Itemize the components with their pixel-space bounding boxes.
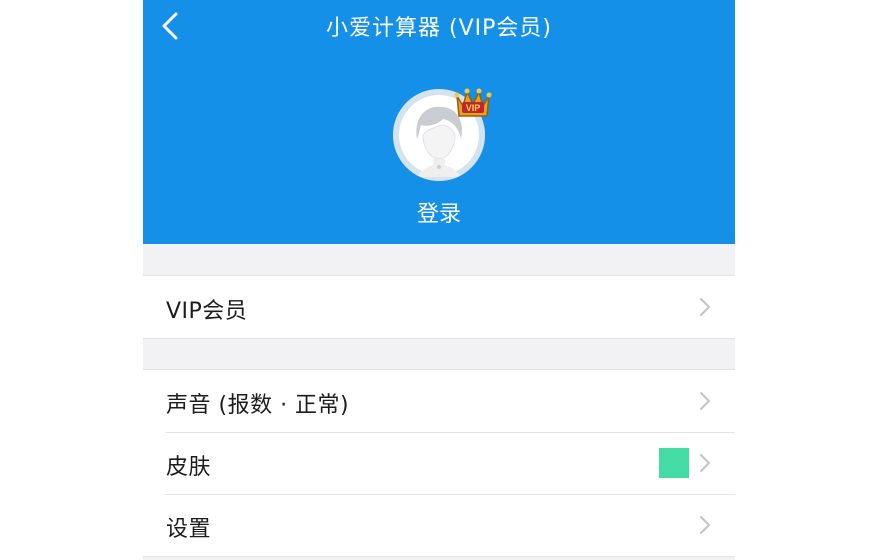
page-title: 小爱计算器 (VIP会员) <box>326 16 552 41</box>
chevron-right-icon <box>700 392 710 410</box>
menu-item-skin-label: 皮肤 <box>166 455 212 480</box>
chevron-right-icon <box>700 454 710 472</box>
app-screen: 小爱计算器 (VIP会员) VIP 登录 VIP会员 声音 (报数 · 正常) … <box>143 0 735 560</box>
chevron-right-icon <box>700 298 710 316</box>
menu-item-vip-label: VIP会员 <box>166 299 248 324</box>
chevron-right-icon <box>700 516 710 534</box>
settings-section: 声音 (报数 · 正常) 皮肤 设置 <box>143 369 735 557</box>
login-button[interactable]: 登录 <box>143 196 735 228</box>
vip-badge-text: VIP <box>466 103 481 113</box>
menu-item-settings[interactable]: 设置 <box>143 494 735 556</box>
menu-item-sound-label: 声音 (报数 · 正常) <box>166 393 350 418</box>
vip-section: VIP会员 <box>143 275 735 339</box>
skin-color-swatch <box>659 448 689 478</box>
menu-item-sound[interactable]: 声音 (报数 · 正常) <box>143 370 735 432</box>
profile-header: 小爱计算器 (VIP会员) VIP 登录 <box>143 0 735 244</box>
menu-item-skin[interactable]: 皮肤 <box>143 432 735 494</box>
vip-crown-icon: VIP <box>454 88 492 117</box>
menu-item-vip[interactable]: VIP会员 <box>143 276 735 338</box>
menu-item-settings-label: 设置 <box>166 517 212 542</box>
